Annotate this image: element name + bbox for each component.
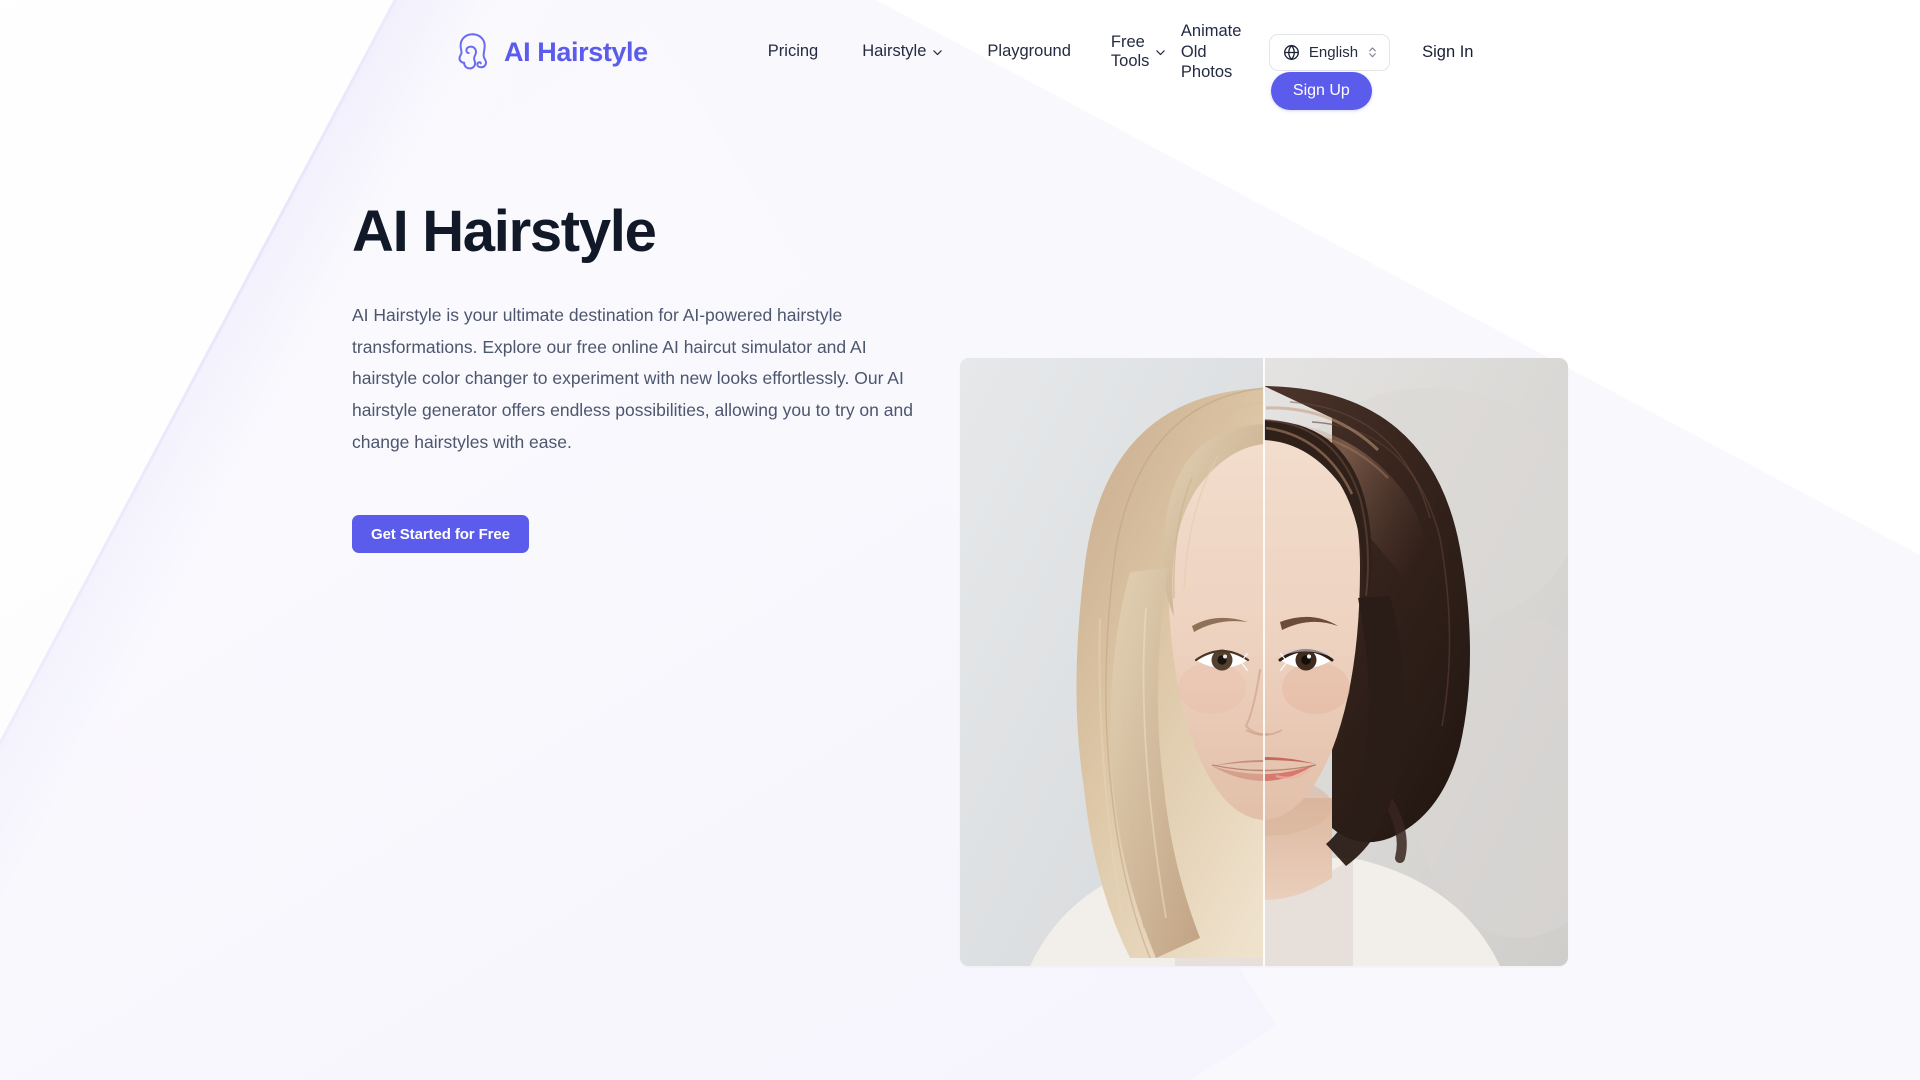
language-value: English (1308, 43, 1359, 61)
nav-item-label: Hairstyle (862, 42, 927, 61)
get-started-button[interactable]: Get Started for Free (352, 515, 529, 554)
language-selector[interactable]: English (1268, 33, 1391, 71)
page-title: AI Hairstyle (352, 199, 657, 264)
nav-item-hairstyle[interactable]: Hairstyle (840, 42, 965, 61)
hero-copy: AI Hairstyle AI Hairstyle is your ultima… (352, 199, 922, 554)
hero-section: AI Hairstyle AI Hairstyle is your ultima… (0, 104, 1920, 554)
brand-logo[interactable]: AI Hairstyle (452, 31, 648, 73)
nav-item-pricing[interactable]: Pricing (746, 42, 840, 61)
header-actions: English Sign In Sign Up (1268, 33, 1473, 110)
hairstyle-head-logo-icon (452, 31, 492, 73)
sign-up-button[interactable]: Sign Up (1270, 71, 1372, 110)
nav-item-free-tools[interactable]: Free Tools (1093, 33, 1167, 72)
chevron-left-icon[interactable] (1238, 651, 1251, 673)
main-nav: Pricing Hairstyle Playground Free Tools (746, 21, 1253, 83)
chevron-right-icon[interactable] (1277, 651, 1290, 673)
chevron-up-down-icon (1367, 45, 1378, 60)
nav-item-label: Playground (987, 42, 1071, 61)
nav-item-label: Free Tools (1110, 32, 1150, 70)
site-header: AI Hairstyle Pricing Hairstyle Playgroun… (0, 0, 1920, 110)
brand-name: AI Hairstyle (504, 36, 648, 67)
hero-description: AI Hairstyle is your ultimate destinatio… (352, 304, 913, 453)
nav-item-playground[interactable]: Playground (965, 42, 1092, 61)
sign-in-link[interactable]: Sign In (1422, 43, 1473, 62)
nav-item-animate-old-photos[interactable]: Animate Old Photos (1167, 21, 1253, 83)
nav-item-label: Animate Old Photos (1180, 22, 1242, 82)
nav-item-label: Pricing (767, 42, 819, 61)
chevron-down-icon (932, 47, 943, 58)
globe-icon (1283, 44, 1300, 61)
chevron-down-icon (1155, 47, 1166, 58)
